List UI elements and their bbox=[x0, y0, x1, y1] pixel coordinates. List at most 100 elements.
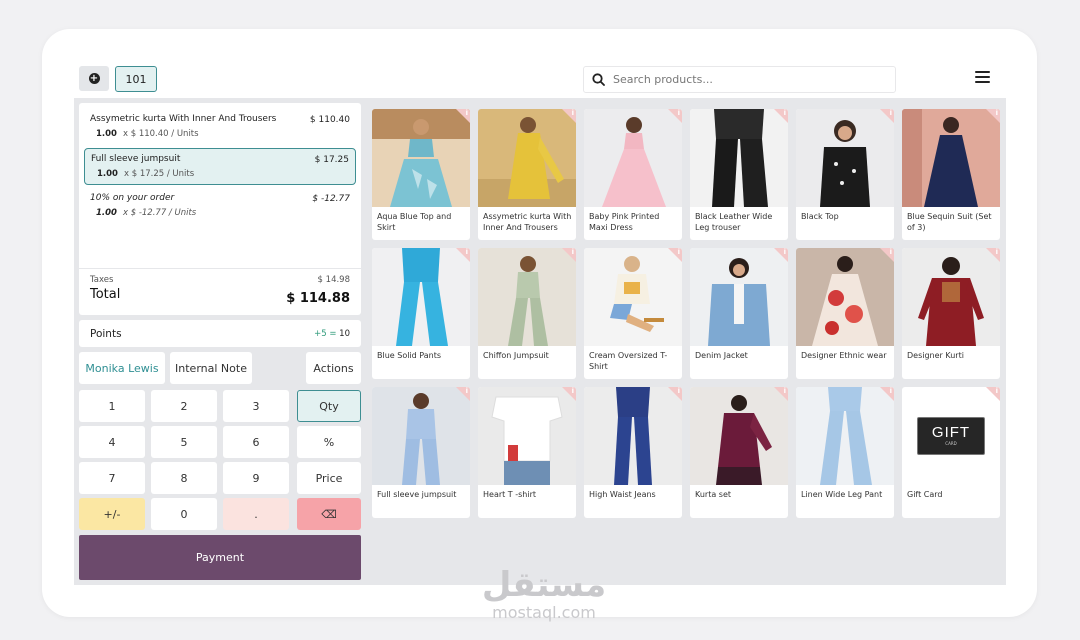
product-card[interactable]: i Full sleeve jumpsuit bbox=[372, 387, 470, 518]
order-line-discount[interactable]: 10% on your order $ -12.77 1.00 x $ -12.7… bbox=[84, 188, 356, 223]
order-line-qty: 1.00 bbox=[96, 208, 117, 218]
search-input[interactable] bbox=[613, 73, 873, 86]
product-card[interactable]: i Aqua Blue Top and Skirt bbox=[372, 109, 470, 240]
points-gain: +5 = bbox=[314, 328, 337, 339]
product-name: Aqua Blue Top and Skirt bbox=[377, 212, 452, 232]
product-image bbox=[902, 109, 1000, 207]
product-card[interactable]: i Designer Ethnic wear bbox=[796, 248, 894, 379]
product-card[interactable]: i Chiffon Jumpsuit bbox=[478, 248, 576, 379]
loyalty-points: Points +5 = 10 bbox=[79, 320, 361, 347]
product-card[interactable]: i Cream Oversized T-Shirt bbox=[584, 248, 682, 379]
backspace-button[interactable]: ⌫ bbox=[297, 498, 361, 530]
numpad-key-0[interactable]: 0 bbox=[151, 498, 217, 530]
points-label: Points bbox=[90, 327, 122, 340]
product-name: Linen Wide Leg Pant bbox=[801, 490, 883, 499]
plus-icon: + bbox=[88, 73, 100, 84]
new-order-button[interactable]: + bbox=[79, 66, 109, 91]
product-name: Kurta set bbox=[695, 490, 732, 499]
product-name: Designer Ethnic wear bbox=[801, 351, 887, 360]
search-bar[interactable] bbox=[583, 66, 896, 93]
hamburger-menu-icon[interactable] bbox=[975, 71, 990, 84]
product-image bbox=[690, 387, 788, 485]
gift-card-logo: GIFT CARD bbox=[917, 417, 985, 455]
product-card[interactable]: i High Waist Jeans bbox=[584, 387, 682, 518]
backspace-icon: ⌫ bbox=[321, 507, 337, 521]
customer-button[interactable]: Monika Lewis bbox=[79, 352, 165, 384]
numpad-key-1[interactable]: 1 bbox=[79, 390, 145, 422]
order-line-price: $ 17.25 bbox=[314, 155, 349, 165]
product-card[interactable]: i Black Leather Wide Leg trouser bbox=[690, 109, 788, 240]
product-card[interactable]: i Assymetric kurta With Inner And Trouse… bbox=[478, 109, 576, 240]
discount-mode-button[interactable]: % bbox=[297, 426, 361, 458]
order-line-selected[interactable]: Full sleeve jumpsuit $ 17.25 1.00 x $ 17.… bbox=[84, 148, 356, 185]
pos-main-panel: Assymetric kurta With Inner And Trousers… bbox=[74, 98, 1006, 585]
product-card[interactable]: i Blue Solid Pants bbox=[372, 248, 470, 379]
product-name: Assymetric kurta With Inner And Trousers bbox=[483, 212, 572, 232]
product-name: High Waist Jeans bbox=[589, 490, 656, 499]
product-card[interactable]: i Linen Wide Leg Pant bbox=[796, 387, 894, 518]
product-image bbox=[372, 387, 470, 485]
product-name: Blue Sequin Suit (Set of 3) bbox=[907, 212, 992, 232]
product-card[interactable]: i Black Top bbox=[796, 109, 894, 240]
product-card[interactable]: i Denim Jacket bbox=[690, 248, 788, 379]
product-card[interactable]: i Kurta set bbox=[690, 387, 788, 518]
product-image bbox=[584, 248, 682, 346]
numpad-key-5[interactable]: 5 bbox=[151, 426, 217, 458]
numpad-key-6[interactable]: 6 bbox=[223, 426, 289, 458]
order-line-unit: x $ 110.40 / Units bbox=[122, 129, 199, 139]
numpad-key-4[interactable]: 4 bbox=[79, 426, 145, 458]
product-name: Denim Jacket bbox=[695, 351, 748, 360]
product-image bbox=[584, 387, 682, 485]
product-name: Full sleeve jumpsuit bbox=[377, 490, 457, 499]
order-line-detail: 1.00 x $ -12.77 / Units bbox=[90, 208, 350, 218]
watermark: مستقل mostaql.com bbox=[474, 566, 614, 622]
product-image bbox=[902, 248, 1000, 346]
taxes-value: $ 14.98 bbox=[317, 275, 350, 285]
order-line-detail: 1.00 x $ 17.25 / Units bbox=[91, 169, 349, 179]
product-card[interactable]: GIFT CARD i Gift Card bbox=[902, 387, 1000, 518]
product-image bbox=[372, 109, 470, 207]
product-image bbox=[796, 387, 894, 485]
points-total: 10 bbox=[339, 328, 350, 339]
product-image bbox=[372, 248, 470, 346]
product-name: Cream Oversized T-Shirt bbox=[589, 351, 668, 371]
product-name: Chiffon Jumpsuit bbox=[483, 351, 549, 360]
order-line-name: 10% on your order bbox=[90, 193, 175, 203]
taxes-label: Taxes bbox=[90, 275, 114, 285]
order-line-unit: x $ 17.25 / Units bbox=[123, 169, 195, 179]
plus-minus-button[interactable]: +/- bbox=[79, 498, 145, 530]
product-image bbox=[478, 387, 576, 485]
product-card[interactable]: i Blue Sequin Suit (Set of 3) bbox=[902, 109, 1000, 240]
product-card[interactable]: i Baby Pink Printed Maxi Dress bbox=[584, 109, 682, 240]
order-lines: Assymetric kurta With Inner And Trousers… bbox=[79, 103, 361, 315]
order-line-name: Full sleeve jumpsuit bbox=[91, 154, 181, 164]
watermark-arabic: مستقل bbox=[481, 565, 607, 605]
order-line[interactable]: Assymetric kurta With Inner And Trousers… bbox=[84, 109, 356, 144]
product-card[interactable]: i Designer Kurti bbox=[902, 248, 1000, 379]
product-name: Black Leather Wide Leg trouser bbox=[695, 212, 773, 232]
order-line-price: $ 110.40 bbox=[309, 115, 350, 125]
search-icon bbox=[592, 73, 605, 86]
product-name: Heart T -shirt bbox=[483, 490, 537, 499]
payment-button[interactable]: Payment bbox=[79, 535, 361, 580]
order-totals: Taxes $ 14.98 Total $ 114.88 bbox=[79, 268, 361, 315]
order-line-qty: 1.00 bbox=[97, 169, 118, 179]
actions-button[interactable]: Actions bbox=[306, 352, 361, 384]
order-tab[interactable]: 101 bbox=[115, 66, 157, 92]
qty-mode-button[interactable]: Qty bbox=[297, 390, 361, 422]
product-image bbox=[690, 109, 788, 207]
total-value: $ 114.88 bbox=[286, 291, 350, 306]
decimal-button[interactable]: . bbox=[223, 498, 289, 530]
product-image: GIFT CARD bbox=[902, 387, 1000, 485]
product-card[interactable]: i Heart T -shirt bbox=[478, 387, 576, 518]
numpad-key-8[interactable]: 8 bbox=[151, 462, 217, 494]
gift-card-logo-subtitle: CARD bbox=[945, 441, 957, 446]
order-line-qty: 1.00 bbox=[96, 129, 117, 139]
numpad-key-9[interactable]: 9 bbox=[223, 462, 289, 494]
internal-note-button[interactable]: Internal Note bbox=[170, 352, 252, 384]
numpad-key-3[interactable]: 3 bbox=[223, 390, 289, 422]
numpad-key-2[interactable]: 2 bbox=[151, 390, 217, 422]
price-mode-button[interactable]: Price bbox=[297, 462, 361, 494]
product-image bbox=[796, 248, 894, 346]
numpad-key-7[interactable]: 7 bbox=[79, 462, 145, 494]
